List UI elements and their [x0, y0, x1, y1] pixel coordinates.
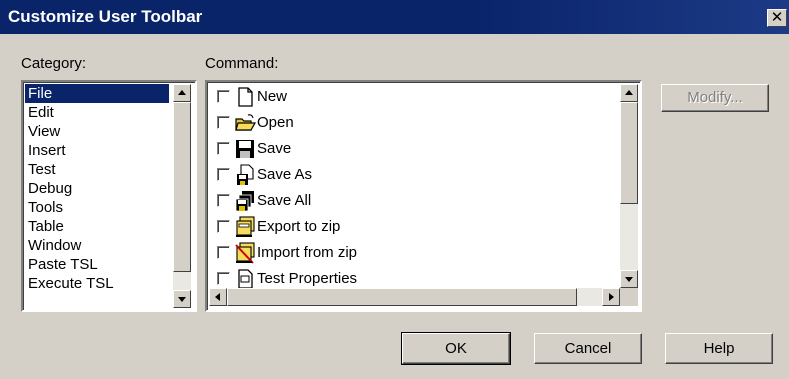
command-checkbox[interactable]: [217, 168, 230, 181]
arrow-up-icon: [625, 90, 633, 95]
command-item-label: Save As: [257, 166, 313, 183]
save-all-icon: [235, 191, 254, 212]
command-checkbox[interactable]: [217, 194, 230, 207]
save-as-icon: [237, 164, 254, 185]
title-bar: Customize User Toolbar ✕: [0, 0, 789, 34]
close-icon: ✕: [770, 9, 784, 26]
new-file-icon: [238, 87, 253, 107]
arrow-down-icon: [625, 277, 633, 282]
category-item-paste-tsl[interactable]: Paste TSL: [25, 255, 169, 274]
save-disk-icon: [236, 140, 254, 158]
command-checkbox[interactable]: [217, 90, 230, 103]
command-item-label: Import from zip: [257, 244, 358, 261]
scrollbar-corner: [620, 288, 638, 306]
command-horizontal-scrollbar[interactable]: [209, 288, 620, 306]
export-zip-icon: [236, 216, 255, 237]
open-folder-icon: [235, 114, 256, 131]
category-vertical-scrollbar[interactable]: [173, 84, 191, 308]
arrow-down-icon: [178, 297, 186, 302]
command-checkbox[interactable]: [217, 246, 230, 259]
category-item-window[interactable]: Window: [25, 236, 169, 255]
arrow-right-icon: [609, 293, 614, 301]
category-item-edit[interactable]: Edit: [25, 103, 169, 122]
category-label: Category:: [21, 55, 87, 72]
category-scroll-down-button[interactable]: [173, 290, 191, 308]
cancel-button[interactable]: Cancel: [534, 333, 642, 364]
command-scroll-right-button[interactable]: [602, 288, 620, 306]
category-item-table[interactable]: Table: [25, 217, 169, 236]
category-item-test[interactable]: Test: [25, 160, 169, 179]
category-item-file[interactable]: File: [25, 84, 169, 103]
category-item-tools[interactable]: Tools: [25, 198, 169, 217]
command-item-label: Export to zip: [257, 218, 341, 235]
category-item-view[interactable]: View: [25, 122, 169, 141]
command-item-label: Open: [257, 114, 294, 131]
category-item-debug[interactable]: Debug: [25, 179, 169, 198]
command-listbox[interactable]: New Open Save Save As Save All Export to…: [205, 80, 642, 312]
command-item-label: Test Properties: [257, 270, 358, 287]
command-item-label: Save: [257, 140, 292, 157]
help-button[interactable]: Help: [665, 333, 773, 364]
test-properties-icon: [238, 269, 253, 288]
category-scroll-up-button[interactable]: [173, 84, 191, 102]
window-title: Customize User Toolbar: [8, 7, 203, 26]
category-listbox[interactable]: File Edit View Insert Test Debug Tools T…: [21, 80, 197, 312]
command-scroll-up-button[interactable]: [620, 84, 638, 102]
arrow-up-icon: [178, 90, 186, 95]
customize-user-toolbar-dialog: Customize User Toolbar ✕ Category: File …: [0, 0, 789, 379]
category-item-execute-tsl[interactable]: Execute TSL: [25, 274, 169, 293]
command-scroll-left-button[interactable]: [209, 288, 227, 306]
category-item-insert[interactable]: Insert: [25, 141, 169, 160]
command-horizontal-scroll-thumb[interactable]: [227, 288, 577, 306]
ok-button[interactable]: OK: [401, 332, 511, 365]
command-checkbox[interactable]: [217, 272, 230, 285]
command-item-label: Save All: [257, 192, 312, 209]
arrow-left-icon: [215, 293, 220, 301]
command-list: New Open Save Save As Save All Export to…: [207, 82, 620, 288]
command-label: Command:: [205, 55, 279, 72]
command-vertical-scrollbar[interactable]: [620, 84, 638, 288]
command-scroll-down-button[interactable]: [620, 270, 638, 288]
close-button[interactable]: ✕: [767, 9, 787, 27]
modify-button[interactable]: Modify...: [661, 84, 769, 112]
category-scroll-thumb[interactable]: [173, 102, 191, 272]
command-checkbox[interactable]: [217, 116, 230, 129]
command-item-label: New: [257, 88, 288, 105]
command-checkbox[interactable]: [217, 220, 230, 233]
command-checkbox[interactable]: [217, 142, 230, 155]
import-zip-icon: [235, 242, 255, 264]
command-vertical-scroll-thumb[interactable]: [620, 102, 638, 204]
